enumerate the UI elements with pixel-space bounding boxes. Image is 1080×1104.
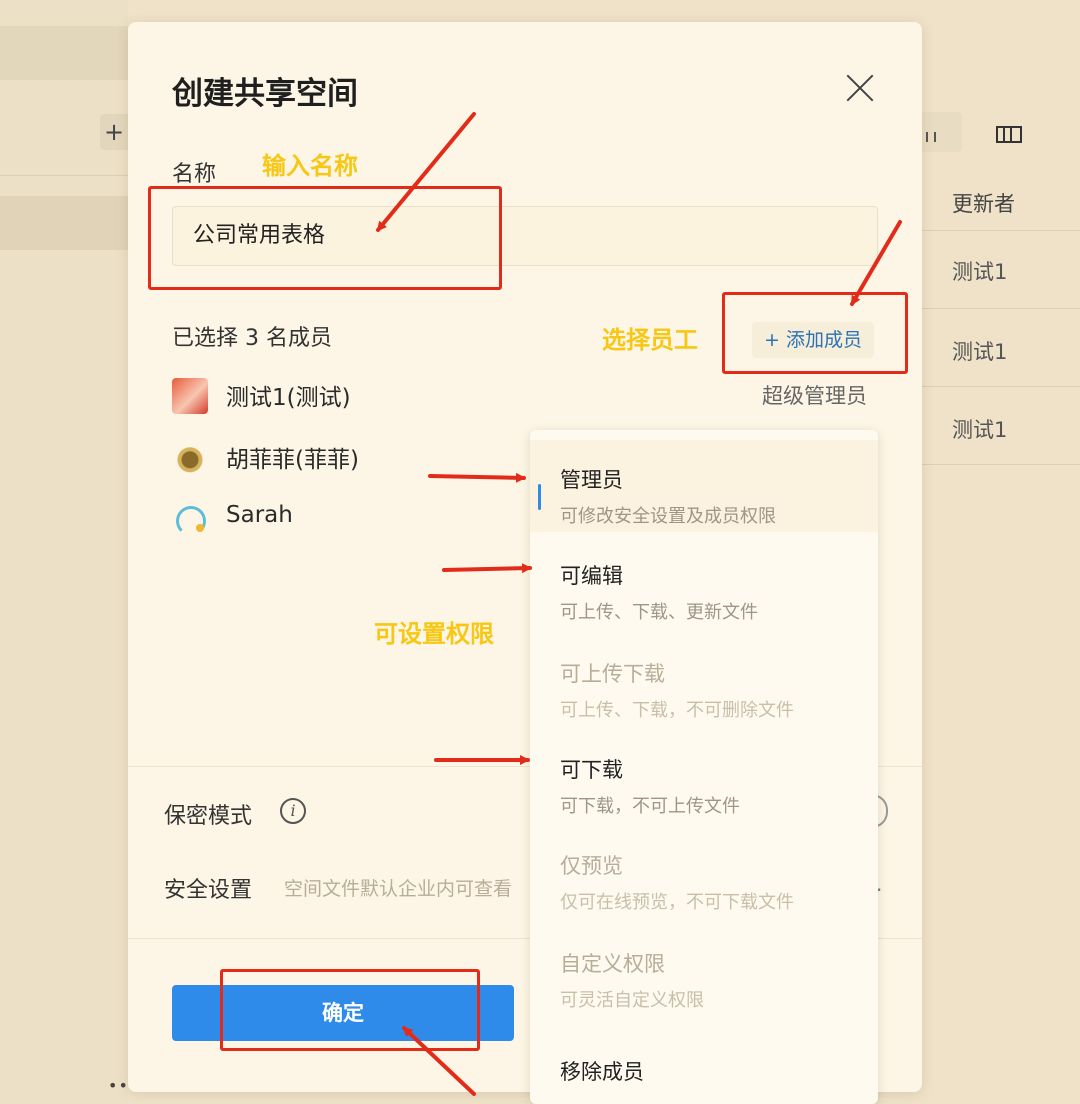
arrow-to-add-member [850,220,902,306]
arrow-to-admin-option [428,472,526,483]
arrow-to-confirm [402,1026,476,1096]
arrow-to-edit-option [442,563,532,574]
annotation-arrows [376,112,902,1096]
arrow-to-name-input [376,112,476,232]
